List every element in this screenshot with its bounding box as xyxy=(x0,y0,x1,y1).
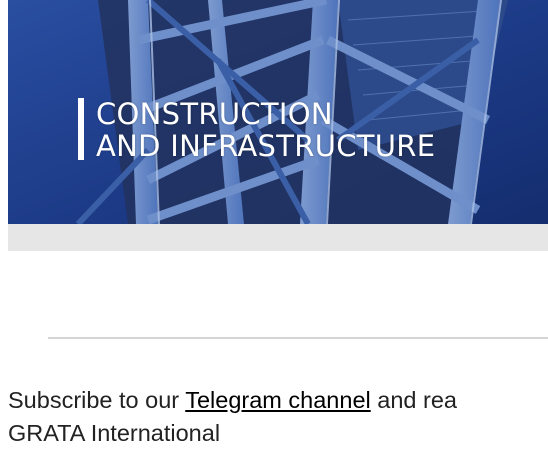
subscribe-text: Subscribe to our Telegram channel and re… xyxy=(8,384,548,450)
section-divider xyxy=(48,337,548,339)
banner-title-line-2: AND INFRASTRUCTURE xyxy=(96,129,436,163)
banner-title-line-1: CONSTRUCTION xyxy=(96,97,333,131)
banner-title: CONSTRUCTION AND INFRASTRUCTURE xyxy=(96,97,436,163)
subscribe-line-2: GRATA International xyxy=(8,420,221,446)
banner-caption: CONSTRUCTION AND INFRASTRUCTURE xyxy=(78,97,436,163)
subscribe-prefix: Subscribe to our xyxy=(8,387,186,413)
banner-footer-strip xyxy=(8,224,548,251)
caption-accent-bar xyxy=(78,98,84,160)
hero-banner: CONSTRUCTION AND INFRASTRUCTURE xyxy=(8,0,548,224)
subscribe-suffix: and rea xyxy=(370,387,457,413)
telegram-channel-link[interactable]: Telegram channel xyxy=(185,387,371,413)
